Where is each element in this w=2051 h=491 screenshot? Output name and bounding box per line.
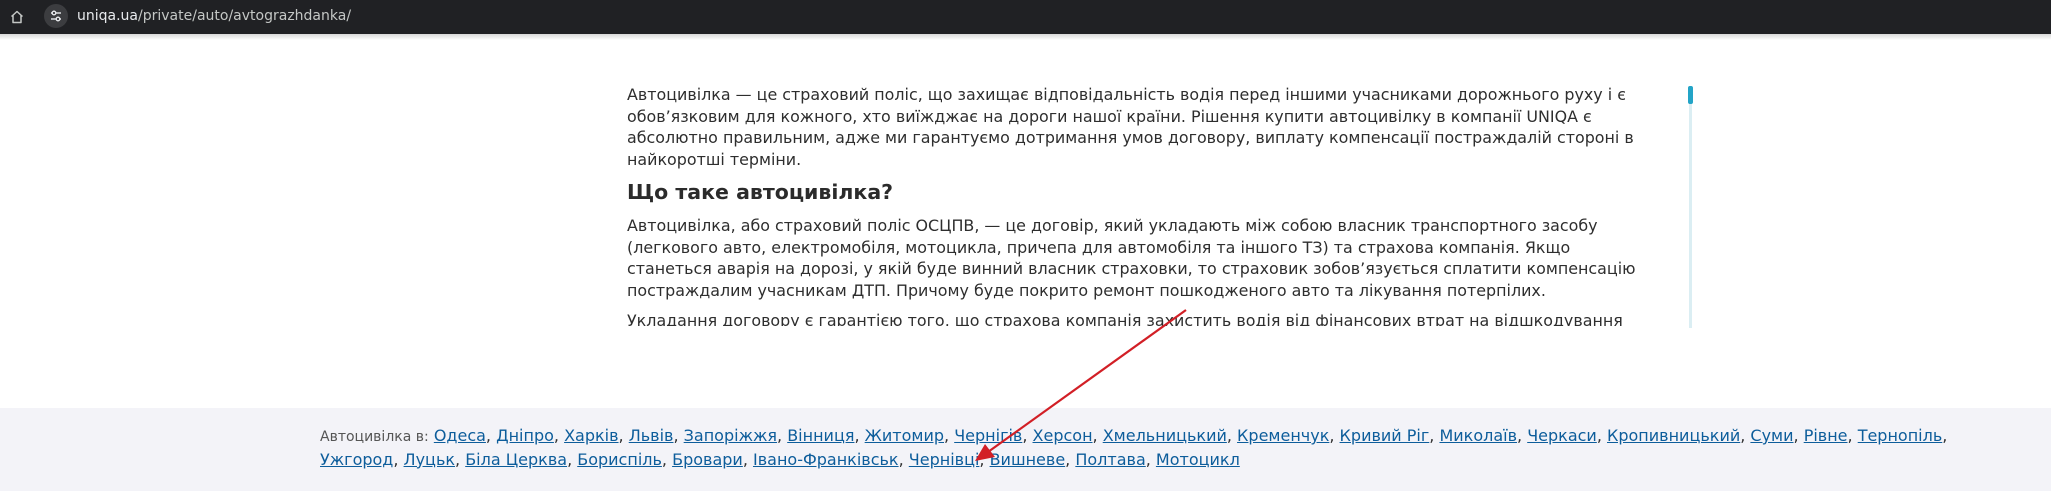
- city-link[interactable]: Бровари: [672, 450, 743, 469]
- city-link[interactable]: Миколаїв: [1439, 426, 1517, 445]
- city-separator: ,: [898, 449, 909, 469]
- article-heading: Що таке автоцивілка?: [627, 180, 894, 204]
- city-link[interactable]: Тернопіль: [1858, 426, 1943, 445]
- city-separator: ,: [742, 449, 753, 469]
- city-separator: ,: [1517, 426, 1528, 445]
- city-link[interactable]: Ужгород: [320, 450, 393, 469]
- footer-cities-section: Автоцивілка в: Одеса, Дніпро, Харків, Ль…: [0, 408, 2051, 491]
- city-link[interactable]: Полтава: [1075, 450, 1145, 469]
- city-separator: ,: [1329, 426, 1340, 445]
- article-scrollbar-thumb[interactable]: [1688, 86, 1693, 104]
- city-link[interactable]: Біла Церква: [465, 450, 567, 469]
- city-link[interactable]: Запоріжжя: [684, 426, 777, 445]
- city-separator: ,: [979, 449, 990, 469]
- city-separator: ,: [944, 426, 955, 445]
- city-link[interactable]: Мотоцикл: [1156, 450, 1240, 469]
- city-separator: ,: [777, 426, 788, 445]
- city-separator: ,: [1145, 449, 1156, 469]
- city-link[interactable]: Херсон: [1033, 426, 1093, 445]
- address-bar[interactable]: uniqa.ua/private/auto/avtograzhdanka/: [77, 8, 351, 24]
- url-path: /private/auto/avtograzhdanka/: [138, 8, 352, 24]
- city-link[interactable]: Суми: [1750, 426, 1793, 445]
- article-scroll-box[interactable]: Автоцивілка — це страховий поліс, що зах…: [627, 84, 1657, 326]
- city-link[interactable]: Вінниця: [787, 426, 854, 445]
- city-link[interactable]: Дніпро: [496, 426, 554, 445]
- city-link[interactable]: Черкаси: [1527, 426, 1597, 445]
- city-link[interactable]: Хмельницький: [1103, 426, 1227, 445]
- url-host: uniqa.ua: [77, 8, 139, 24]
- city-link[interactable]: Кривий Ріг: [1340, 426, 1430, 445]
- city-link[interactable]: Івано-Франківськ: [753, 450, 899, 469]
- home-button[interactable]: [5, 5, 29, 29]
- city-link[interactable]: Луцьк: [404, 450, 455, 469]
- site-info-button[interactable]: [44, 4, 68, 28]
- city-link[interactable]: Рівне: [1804, 426, 1848, 445]
- toolbar-shadow: [0, 34, 2051, 40]
- city-link[interactable]: Вишневе: [990, 450, 1066, 469]
- city-separator: ,: [455, 449, 466, 469]
- city-separator: ,: [618, 426, 629, 445]
- city-separator: ,: [1942, 426, 1948, 445]
- city-link[interactable]: Бориспіль: [577, 450, 662, 469]
- city-separator: ,: [1022, 426, 1033, 445]
- city-separator: ,: [661, 449, 673, 469]
- city-link[interactable]: Житомир: [865, 426, 944, 445]
- city-link[interactable]: Львів: [629, 426, 674, 445]
- article-paragraph-1: Автоцивілка, або страховий поліс ОСЦПВ, …: [627, 216, 1636, 300]
- city-link[interactable]: Чернігів: [954, 426, 1022, 445]
- cities-lead-label: Автоцивілка в:: [320, 429, 429, 445]
- city-separator: ,: [1793, 426, 1804, 445]
- city-separator: ,: [1596, 426, 1607, 445]
- city-link[interactable]: Кропивницький: [1607, 426, 1740, 445]
- article-paragraph-2: Укладання договору є гарантією того, що …: [627, 311, 1623, 326]
- tune-icon: [51, 10, 61, 22]
- city-separator: ,: [1092, 426, 1103, 445]
- city-link[interactable]: Одеса: [434, 426, 486, 445]
- home-icon: [10, 10, 24, 24]
- city-separator: ,: [1429, 426, 1440, 445]
- city-separator: ,: [1226, 426, 1238, 445]
- city-separator: ,: [393, 449, 404, 469]
- city-link[interactable]: Кременчук: [1237, 426, 1329, 445]
- article-scrollbar-track[interactable]: [1689, 86, 1692, 328]
- city-separator: ,: [567, 449, 578, 469]
- city-separator: ,: [1740, 426, 1751, 445]
- city-link[interactable]: Чернівці: [909, 450, 980, 469]
- browser-toolbar: uniqa.ua/private/auto/avtograzhdanka/: [0, 0, 2051, 34]
- city-separator: ,: [1065, 449, 1076, 469]
- article-intro: Автоцивілка — це страховий поліс, що зах…: [627, 85, 1634, 169]
- city-separator: ,: [673, 426, 684, 445]
- city-separator: ,: [485, 426, 497, 445]
- city-links: Автоцивілка в: Одеса, Дніпро, Харків, Ль…: [320, 425, 2000, 470]
- city-separator: ,: [1847, 426, 1858, 445]
- city-link[interactable]: Харків: [564, 426, 618, 445]
- city-separator: ,: [854, 426, 865, 445]
- city-separator: ,: [553, 426, 565, 445]
